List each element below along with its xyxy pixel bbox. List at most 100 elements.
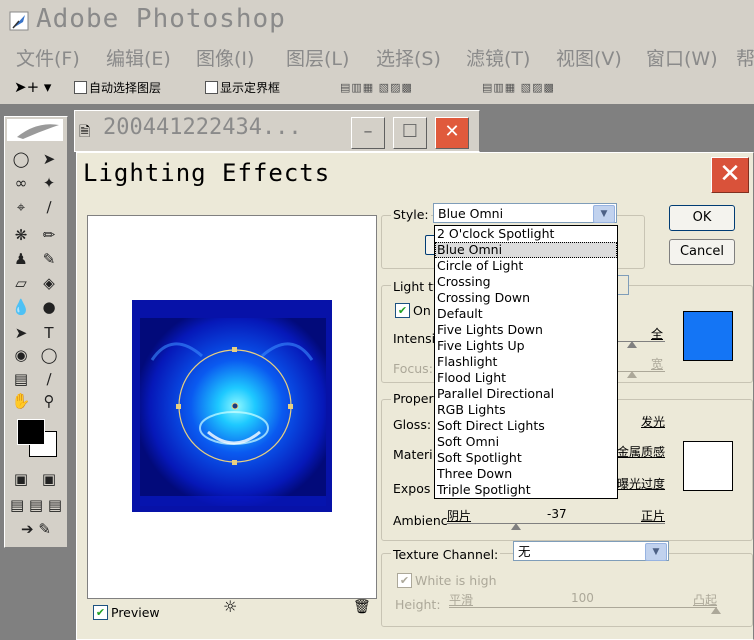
style-option[interactable]: Soft Spotlight bbox=[435, 450, 617, 466]
brush-tool-icon[interactable]: ✏ bbox=[37, 225, 61, 245]
type-tool-icon[interactable]: T bbox=[37, 323, 61, 343]
menu-window[interactable]: 窗口(W) bbox=[646, 44, 718, 71]
dialog-close-button[interactable]: ✕ bbox=[711, 157, 749, 193]
chevron-down-icon[interactable]: ▼ bbox=[645, 543, 667, 561]
style-option[interactable]: RGB Lights bbox=[435, 402, 617, 418]
move-tool-icon[interactable]: ➤ bbox=[37, 149, 61, 169]
cancel-button[interactable]: Cancel bbox=[669, 239, 735, 265]
light-on-label: On bbox=[413, 303, 431, 318]
stamp-tool-icon[interactable]: ♟ bbox=[9, 249, 33, 269]
feather-icon bbox=[17, 124, 59, 139]
material-max-label: 金属质感 bbox=[617, 445, 666, 459]
show-bounds-checkbox[interactable] bbox=[205, 81, 218, 94]
path-select-icon[interactable]: ➤ bbox=[9, 323, 33, 343]
shape-tool-icon[interactable]: ◯ bbox=[37, 345, 61, 365]
feather-icon bbox=[9, 11, 29, 31]
intensity-slider-track[interactable] bbox=[617, 341, 665, 342]
crop-tool-icon[interactable]: ⌖ bbox=[9, 197, 33, 217]
align-icons[interactable]: ▤▥▦ ▧▨▩ bbox=[340, 81, 413, 95]
style-option[interactable]: Flood Light bbox=[435, 370, 617, 386]
chevron-down-icon[interactable]: ▼ bbox=[593, 205, 615, 223]
style-option[interactable]: Parallel Directional bbox=[435, 386, 617, 402]
history-brush-icon[interactable]: ✎ bbox=[37, 249, 61, 269]
document-icon: 🗎 bbox=[79, 124, 91, 140]
menu-select[interactable]: 选择(S) bbox=[376, 44, 441, 71]
healing-tool-icon[interactable]: ❋ bbox=[9, 225, 33, 245]
magic-wand-icon[interactable]: ✦ bbox=[37, 173, 61, 193]
lightbulb-icon[interactable]: ☼ bbox=[223, 597, 237, 616]
bucket-tool-icon[interactable]: ◈ bbox=[37, 273, 61, 293]
ambience-value: -37 bbox=[547, 507, 567, 521]
exposure-max-label: 曝光过度 bbox=[617, 477, 666, 491]
light-color-swatch[interactable] bbox=[683, 311, 733, 361]
auto-select-checkbox[interactable] bbox=[74, 81, 87, 94]
menu-file[interactable]: 文件(F) bbox=[16, 44, 80, 71]
foreground-color-top[interactable] bbox=[17, 419, 45, 445]
standard-mode-icon[interactable]: ▣ bbox=[9, 469, 33, 489]
screen-mode-icons[interactable]: ▤ ▤ ▤ bbox=[9, 495, 63, 515]
height-slider-track[interactable] bbox=[449, 607, 717, 608]
menu-view[interactable]: 视图(V) bbox=[556, 44, 622, 71]
texture-channel-value: 无 bbox=[518, 544, 531, 559]
zoom-tool-icon[interactable]: ⚲ bbox=[37, 391, 61, 411]
blur-tool-icon[interactable]: 💧 bbox=[9, 297, 33, 317]
preview-checkbox[interactable]: ✔ bbox=[93, 605, 108, 620]
height-slider-thumb[interactable] bbox=[711, 607, 721, 614]
focus-slider-thumb[interactable] bbox=[627, 371, 637, 378]
imageready-icon[interactable]: ➔ ✎ bbox=[9, 519, 63, 539]
properties-color-swatch[interactable] bbox=[683, 441, 733, 491]
material-label: Materi bbox=[393, 447, 433, 462]
move-tool-icon[interactable]: ➤+ ▾ bbox=[14, 78, 51, 96]
style-select[interactable]: Blue Omni ▼ bbox=[433, 203, 617, 223]
menu-bar: 文件(F) 编辑(E) 图像(I) 图层(L) 选择(S) 滤镜(T) 视图(V… bbox=[0, 42, 754, 73]
style-option[interactable]: Crossing bbox=[435, 274, 617, 290]
distribute-icons[interactable]: ▤▥▦ ▧▨▩ bbox=[482, 81, 555, 95]
style-option[interactable]: Soft Direct Lights bbox=[435, 418, 617, 434]
slice-tool-icon[interactable]: ∕ bbox=[37, 197, 61, 217]
menu-edit[interactable]: 编辑(E) bbox=[106, 44, 171, 71]
app-titlebar: Adobe Photoshop bbox=[0, 0, 754, 43]
maximize-button[interactable]: ☐ bbox=[393, 117, 427, 149]
quickmask-mode-icon[interactable]: ▣ bbox=[37, 469, 61, 489]
menu-help[interactable]: 帮 bbox=[736, 44, 754, 71]
preview-label: Preview bbox=[111, 605, 160, 620]
light-on-checkbox[interactable]: ✔ bbox=[395, 303, 410, 318]
close-icon[interactable]: ✕ bbox=[435, 117, 469, 149]
notes-tool-icon[interactable]: ▤ bbox=[9, 369, 33, 389]
style-dropdown-list: 2 O'clock Spotlight Blue Omni Circle of Li… bbox=[434, 225, 618, 499]
white-high-checkbox[interactable]: ✔ bbox=[397, 573, 412, 588]
intensity-slider-thumb[interactable] bbox=[627, 341, 637, 348]
style-option[interactable]: Default bbox=[435, 306, 617, 322]
focus-slider-track[interactable] bbox=[617, 371, 665, 372]
ambience-slider-thumb[interactable] bbox=[510, 523, 521, 530]
ambience-label: Ambienc bbox=[393, 513, 448, 528]
style-option[interactable]: Soft Omni bbox=[435, 434, 617, 450]
eraser-tool-icon[interactable]: ▱ bbox=[9, 273, 33, 293]
style-option[interactable]: Five Lights Up bbox=[435, 338, 617, 354]
dodge-tool-icon[interactable]: ● bbox=[37, 297, 61, 317]
menu-image[interactable]: 图像(I) bbox=[196, 44, 254, 71]
hand-tool-icon[interactable]: ✋ bbox=[9, 391, 33, 411]
style-option[interactable]: Circle of Light bbox=[435, 258, 617, 274]
texture-channel-select[interactable]: 无 ▼ bbox=[513, 541, 669, 561]
style-option[interactable]: Blue Omni bbox=[435, 242, 617, 258]
style-option[interactable]: Three Down bbox=[435, 466, 617, 482]
pen-tool-icon[interactable]: ◉ bbox=[9, 345, 33, 365]
style-select-value: Blue Omni bbox=[438, 206, 504, 221]
lasso-tool-icon[interactable]: ∞ bbox=[9, 173, 33, 193]
ok-button[interactable]: OK bbox=[669, 205, 735, 231]
trash-icon[interactable]: 🗑 bbox=[353, 599, 371, 615]
menu-filter[interactable]: 滤镜(T) bbox=[466, 44, 530, 71]
ambience-slider-track[interactable] bbox=[447, 523, 665, 524]
style-option[interactable]: Crossing Down bbox=[435, 290, 617, 306]
marquee-tool-icon[interactable]: ◯ bbox=[9, 149, 33, 169]
height-max-label: 凸起 bbox=[693, 593, 718, 607]
menu-layer[interactable]: 图层(L) bbox=[286, 44, 349, 71]
eyedropper-icon[interactable]: ∕ bbox=[37, 369, 61, 389]
style-option[interactable]: 2 O'clock Spotlight bbox=[435, 226, 617, 242]
style-option[interactable]: Triple Spotlight bbox=[435, 482, 617, 498]
options-bar: ➤+ ▾ 自动选择图层 显示定界框 ▤▥▦ ▧▨▩ ▤▥▦ ▧▨▩ bbox=[0, 72, 754, 105]
style-option[interactable]: Five Lights Down bbox=[435, 322, 617, 338]
minimize-button[interactable]: – bbox=[351, 117, 385, 149]
style-option[interactable]: Flashlight bbox=[435, 354, 617, 370]
